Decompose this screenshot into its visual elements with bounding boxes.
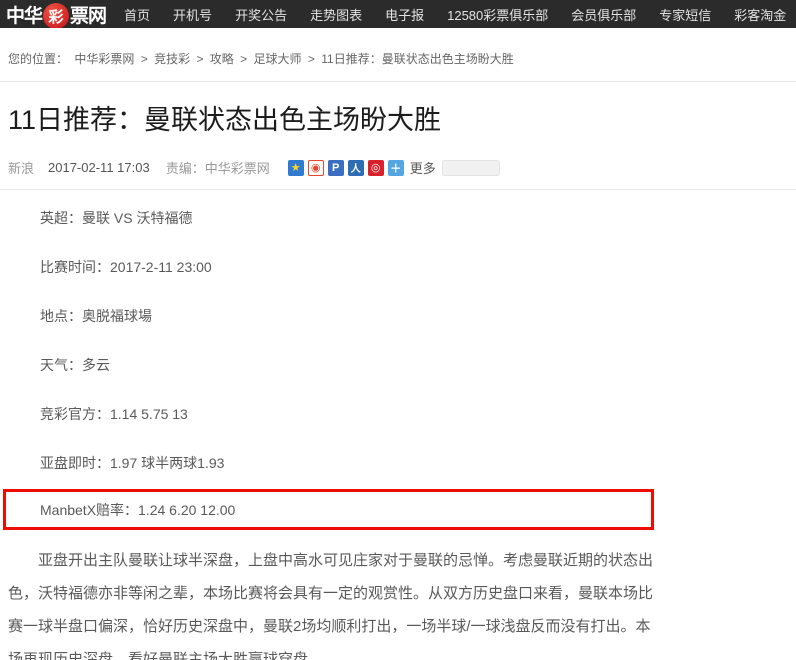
breadcrumb-separator: >: [196, 52, 203, 66]
breadcrumb-separator: >: [141, 52, 148, 66]
breadcrumb-link-site[interactable]: 中华彩票网: [74, 52, 134, 66]
nav-item-trend-charts[interactable]: 走势图表: [310, 5, 362, 24]
breadcrumb-link-strategy[interactable]: 攻略: [210, 52, 234, 66]
logo-red-circle-icon: 彩: [43, 3, 69, 28]
analysis-paragraph: 亚盘开出主队曼联让球半深盘，上盘中高水可见庄家对于曼联的忌惮。考虑曼联近期的状态…: [8, 544, 658, 660]
article-container: 11日推荐：曼联状态出色主场盼大胜 新浪 2017-02-11 17:03 责编…: [8, 102, 663, 177]
share-counter-pill: [442, 160, 500, 176]
nav-item-member-club[interactable]: 会员俱乐部: [571, 5, 636, 24]
top-nav-bar: 中华 彩 票网 首页 开机号 开奖公告 走势图表 电子报 12580彩票俱乐部 …: [0, 0, 796, 28]
renren-icon[interactable]: [348, 160, 364, 176]
manbetx-odds-highlight-box: ManbetX赔率：1.24 6.20 12.00: [3, 489, 654, 530]
sina-weibo-icon[interactable]: [308, 160, 324, 176]
breadcrumb-current: 11日推荐：曼联状态出色主场盼大胜: [321, 52, 513, 66]
nav-item-home[interactable]: 首页: [124, 5, 150, 24]
nav-item-draw-notice[interactable]: 开奖公告: [235, 5, 287, 24]
publish-datetime: 2017-02-11 17:03: [48, 160, 150, 175]
manbetx-odds-line: ManbetX赔率：1.24 6.20 12.00: [6, 500, 235, 520]
logo-text-left: 中华: [6, 1, 42, 28]
official-odds-line: 竞彩官方：1.14 5.75 13: [8, 404, 663, 424]
meta-divider: [0, 189, 796, 190]
share-bar: 更多: [288, 158, 500, 177]
nav-item-caike-gold[interactable]: 彩客淘金: [734, 5, 786, 24]
editor-credit: 责编：中华彩票网: [166, 158, 270, 177]
nav-item-open-number[interactable]: 开机号: [173, 5, 212, 24]
breadcrumb-separator: >: [308, 52, 315, 66]
breadcrumb-link-jingjicai[interactable]: 竞技彩: [154, 52, 190, 66]
breadcrumb-divider: [0, 81, 796, 82]
breadcrumb-separator: >: [240, 52, 247, 66]
nav-item-12580-club[interactable]: 12580彩票俱乐部: [447, 5, 548, 24]
asian-handicap-line: 亚盘即时：1.97 球半两球1.93: [8, 453, 663, 473]
breadcrumb-link-soccer-master[interactable]: 足球大师: [254, 52, 302, 66]
nav-item-expert-sms[interactable]: 专家短信: [659, 5, 711, 24]
nav-item-e-paper[interactable]: 电子报: [385, 5, 424, 24]
article-meta-row: 新浪 2017-02-11 17:03 责编：中华彩票网 更多: [8, 158, 663, 177]
people-weibo-icon[interactable]: [368, 160, 384, 176]
match-league-line: 英超：曼联 VS 沃特福德: [8, 208, 663, 228]
match-venue-line: 地点：奥脱福球場: [8, 306, 663, 326]
more-share-icon[interactable]: [388, 160, 404, 176]
site-logo[interactable]: 中华 彩 票网: [6, 1, 106, 28]
qzone-icon[interactable]: [288, 160, 304, 176]
logo-text-right: 票网: [70, 1, 106, 28]
match-weather-line: 天气：多云: [8, 355, 663, 375]
tencent-pengyou-icon[interactable]: [328, 160, 344, 176]
page-title: 11日推荐：曼联状态出色主场盼大胜: [8, 102, 663, 138]
article-body: 英超：曼联 VS 沃特福德 比赛时间：2017-2-11 23:00 地点：奥脱…: [8, 208, 663, 660]
share-more-label[interactable]: 更多: [410, 158, 436, 177]
source-link[interactable]: 新浪: [8, 158, 34, 177]
breadcrumb: 您的位置： 中华彩票网 > 竞技彩 > 攻略 > 足球大师 > 11日推荐：曼联…: [8, 50, 796, 67]
breadcrumb-prefix: 您的位置：: [8, 52, 68, 66]
match-time-line: 比赛时间：2017-2-11 23:00: [8, 257, 663, 277]
